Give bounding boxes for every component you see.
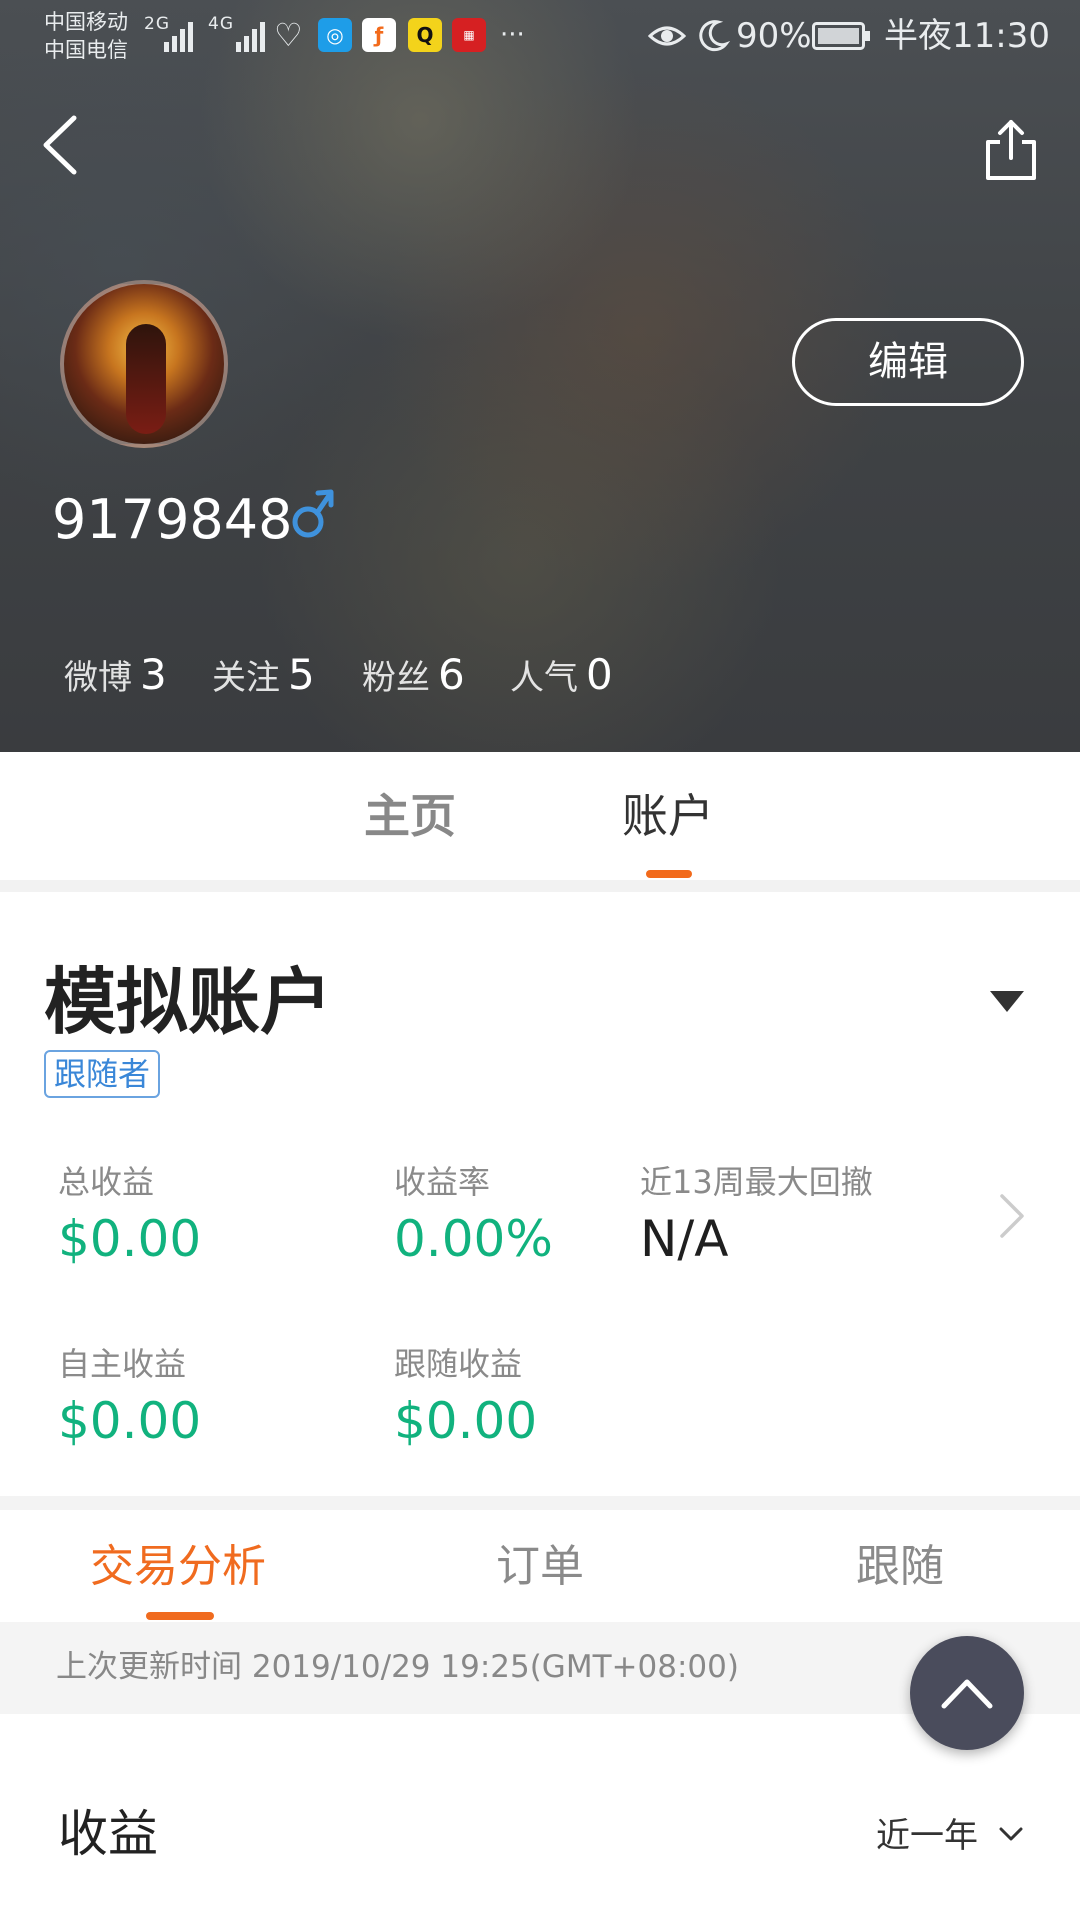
metric-label: 自主收益 bbox=[58, 1345, 187, 1383]
income-section-title: 收益 bbox=[58, 1805, 158, 1863]
chevron-up-icon bbox=[941, 1679, 993, 1709]
stat-value: 3 bbox=[140, 650, 167, 699]
edit-profile-button[interactable]: 编辑 bbox=[792, 318, 1024, 406]
signal-icon bbox=[164, 22, 193, 52]
stat-weibo[interactable]: 微博 3 bbox=[64, 650, 167, 699]
avatar-figure bbox=[126, 324, 166, 434]
eye-comfort-icon bbox=[648, 26, 686, 46]
account-sub-tabs: 交易分析 订单 跟随 bbox=[0, 1510, 1080, 1622]
stat-label: 微博 bbox=[64, 658, 132, 698]
tab-trade-analysis[interactable]: 交易分析 bbox=[90, 1540, 266, 1594]
period-select[interactable]: 近一年 bbox=[876, 1814, 1023, 1860]
metric-return-rate: 收益率 0.00% bbox=[394, 1162, 553, 1270]
profile-header: 中国移动 中国电信 2G 4G ♡ ◎ ƒ Q ▦ ··· 90% 半夜11:3… bbox=[0, 0, 1080, 752]
chevron-down-icon bbox=[999, 1827, 1023, 1841]
tab-follow[interactable]: 跟随 bbox=[856, 1540, 944, 1594]
q-app-icon: Q bbox=[408, 18, 442, 52]
account-title[interactable]: 模拟账户 bbox=[44, 960, 332, 1044]
role-badge: 跟随者 bbox=[44, 1050, 161, 1098]
clock: 半夜11:30 bbox=[884, 16, 1050, 56]
stat-value: 5 bbox=[288, 650, 315, 699]
stat-following[interactable]: 关注 5 bbox=[212, 650, 315, 699]
more-notifications: ··· bbox=[500, 20, 525, 50]
metric-value: N/A bbox=[640, 1210, 729, 1268]
carrier-info: 中国移动 中国电信 bbox=[44, 8, 128, 64]
tab-active-indicator bbox=[646, 870, 692, 878]
stat-value: 6 bbox=[438, 650, 465, 699]
tab-home[interactable]: 主页 bbox=[364, 788, 456, 844]
share-icon[interactable] bbox=[982, 116, 1040, 182]
section-divider bbox=[0, 1496, 1080, 1510]
metric-label: 总收益 bbox=[58, 1163, 155, 1201]
tab-orders[interactable]: 订单 bbox=[496, 1540, 584, 1594]
stat-fans[interactable]: 粉丝 6 bbox=[362, 650, 465, 699]
avatar[interactable] bbox=[60, 280, 228, 448]
news-app-icon: ▦ bbox=[452, 18, 486, 52]
section-divider bbox=[0, 880, 1080, 892]
stat-value: 0 bbox=[586, 650, 613, 699]
period-label: 近一年 bbox=[876, 1816, 978, 1856]
metric-value: $0.00 bbox=[58, 1210, 202, 1268]
stat-label: 人气 bbox=[510, 658, 578, 698]
battery-icon bbox=[812, 22, 870, 50]
metric-value: 0.00% bbox=[394, 1210, 553, 1268]
health-icon: ♡ bbox=[274, 16, 303, 54]
metric-label: 收益率 bbox=[394, 1163, 491, 1201]
metric-max-drawdown: 近13周最大回撤 N/A bbox=[640, 1162, 873, 1270]
metric-follow-income: 跟随收益 $0.00 bbox=[394, 1344, 537, 1452]
network-type-2: 4G bbox=[208, 14, 234, 34]
flash-app-icon: ƒ bbox=[362, 18, 396, 52]
carrier-1: 中国移动 bbox=[44, 10, 128, 34]
stat-label: 关注 bbox=[212, 658, 280, 698]
profile-tabs: 主页 账户 bbox=[0, 752, 1080, 878]
chevron-right-icon[interactable] bbox=[998, 1192, 1026, 1240]
moon-icon bbox=[699, 20, 730, 52]
caret-down-icon[interactable] bbox=[988, 988, 1026, 1014]
metric-total-income: 总收益 $0.00 bbox=[58, 1162, 201, 1270]
browser-app-icon: ◎ bbox=[318, 18, 352, 52]
network-type: 4G bbox=[208, 16, 234, 33]
battery-percent: 90% bbox=[736, 16, 812, 56]
stat-label: 粉丝 bbox=[362, 658, 430, 698]
tab-account[interactable]: 账户 bbox=[622, 788, 714, 844]
status-bar: 中国移动 中国电信 2G 4G ♡ ◎ ƒ Q ▦ ··· 90% 半夜11:3… bbox=[0, 0, 1080, 74]
update-time-text: 上次更新时间 2019/10/29 19:25(GMT+08:00) bbox=[56, 1649, 739, 1685]
stat-popularity[interactable]: 人气 0 bbox=[510, 650, 613, 699]
metric-self-income: 自主收益 $0.00 bbox=[58, 1344, 201, 1452]
metric-value: $0.00 bbox=[58, 1392, 202, 1450]
back-icon[interactable] bbox=[38, 112, 90, 178]
metric-label: 近13周最大回撤 bbox=[640, 1163, 873, 1201]
username: 9179848 bbox=[52, 488, 293, 551]
tab-active-indicator bbox=[146, 1612, 214, 1620]
male-icon bbox=[292, 489, 334, 538]
carrier-2: 中国电信 bbox=[44, 38, 128, 62]
scroll-to-top-button[interactable] bbox=[910, 1636, 1024, 1750]
metric-label: 跟随收益 bbox=[394, 1345, 523, 1383]
metric-value: $0.00 bbox=[394, 1392, 538, 1450]
